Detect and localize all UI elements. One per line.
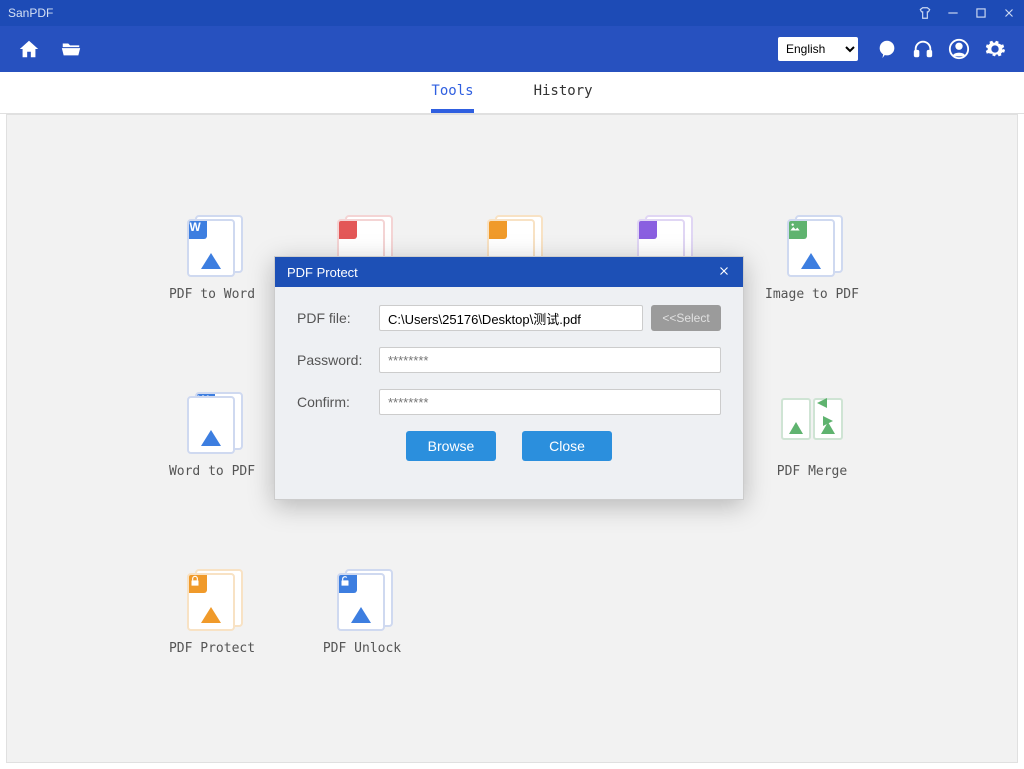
home-button[interactable] xyxy=(18,38,40,60)
tool-label: PDF Merge xyxy=(777,464,847,479)
tool-pdf-to-word[interactable]: W PDF to Word xyxy=(137,215,287,302)
confirm-label: Confirm: xyxy=(297,394,379,410)
tool-label: PDF Protect xyxy=(169,641,255,656)
close-window-button[interactable] xyxy=(1002,6,1016,20)
tool-word-to-pdf[interactable]: W Word to PDF xyxy=(137,392,287,479)
tool-pdf-merge[interactable]: PDF Merge xyxy=(737,392,887,479)
close-button[interactable]: Close xyxy=(522,431,612,461)
select-file-button[interactable]: <<Select xyxy=(651,305,721,331)
dialog-title-bar: PDF Protect xyxy=(275,257,743,287)
dialog-close-icon[interactable] xyxy=(717,264,731,281)
tool-label: PDF Unlock xyxy=(323,641,401,656)
confirm-password-input[interactable] xyxy=(379,389,721,415)
main-toolbar: English xyxy=(0,26,1024,72)
tool-label: PDF to Word xyxy=(169,287,255,302)
account-icon[interactable] xyxy=(948,38,970,60)
settings-gear-icon[interactable] xyxy=(984,38,1006,60)
tool-pdf-unlock[interactable]: PDF Unlock xyxy=(287,569,437,656)
pdf-protect-dialog: PDF Protect PDF file: <<Select Password:… xyxy=(274,256,744,500)
language-select[interactable]: English xyxy=(778,37,858,61)
tab-tools[interactable]: Tools xyxy=(431,73,473,113)
minimize-button[interactable] xyxy=(946,6,960,20)
tool-label: Word to PDF xyxy=(169,464,255,479)
pdf-file-input[interactable] xyxy=(379,305,643,331)
tool-label: Image to PDF xyxy=(765,287,859,302)
shirt-icon[interactable] xyxy=(918,6,932,20)
tool-image-to-pdf[interactable]: Image to PDF xyxy=(737,215,887,302)
support-headset-icon[interactable] xyxy=(912,38,934,60)
password-input[interactable] xyxy=(379,347,721,373)
password-label: Password: xyxy=(297,352,379,368)
tab-history[interactable]: History xyxy=(534,73,593,113)
pdf-file-label: PDF file: xyxy=(297,310,379,326)
window-title-bar: SanPDF xyxy=(0,0,1024,26)
app-title: SanPDF xyxy=(8,6,918,20)
chat-icon[interactable] xyxy=(876,38,898,60)
browse-button[interactable]: Browse xyxy=(406,431,496,461)
tool-pdf-protect[interactable]: PDF Protect xyxy=(137,569,287,656)
dialog-title: PDF Protect xyxy=(287,265,717,280)
maximize-button[interactable] xyxy=(974,6,988,20)
open-folder-button[interactable] xyxy=(60,38,82,60)
main-tabs: Tools History xyxy=(0,72,1024,114)
